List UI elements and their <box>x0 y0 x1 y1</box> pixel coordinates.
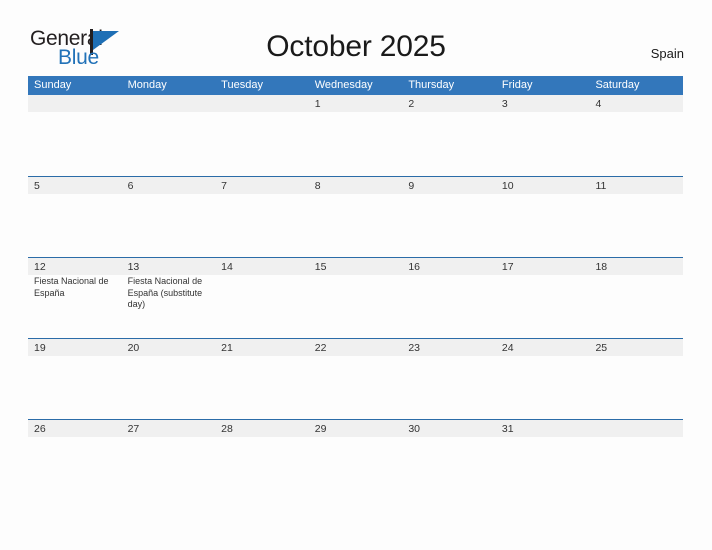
day-cell[interactable]: 9 <box>402 177 496 257</box>
weekday-tuesday: Tuesday <box>221 79 263 91</box>
day-number: 20 <box>127 342 140 354</box>
day-cell[interactable]: 23 <box>402 339 496 419</box>
week-row: 19 20 21 22 23 24 25 <box>28 338 683 419</box>
day-number: 27 <box>127 423 140 435</box>
day-cell[interactable] <box>28 95 122 176</box>
day-number: 31 <box>501 423 514 435</box>
day-number: 22 <box>314 342 327 354</box>
day-cell[interactable]: 5 <box>28 177 122 257</box>
day-cell[interactable]: 7 <box>215 177 309 257</box>
country-label: Spain <box>650 46 684 61</box>
day-cell[interactable] <box>122 95 216 176</box>
day-cell[interactable] <box>215 95 309 176</box>
day-number: 9 <box>408 180 415 192</box>
day-number: 8 <box>314 180 321 192</box>
day-number: 24 <box>501 342 514 354</box>
day-number <box>34 97 117 112</box>
day-cell[interactable]: 19 <box>28 339 122 419</box>
day-cell[interactable]: 22 <box>309 339 403 419</box>
day-number: 1 <box>314 98 321 110</box>
day-cell[interactable]: 1 <box>309 95 403 176</box>
day-cell[interactable]: 24 <box>496 339 590 419</box>
day-cell[interactable]: 3 <box>496 95 590 176</box>
day-cell[interactable]: 10 <box>496 177 590 257</box>
day-cell[interactable]: 2 <box>402 95 496 176</box>
day-number <box>221 97 304 112</box>
day-number: 17 <box>501 261 514 273</box>
page-header: General Blue October 2025 Spain <box>0 0 712 76</box>
day-number: 2 <box>408 98 415 110</box>
week-row: 12 Fiesta Nacional de España 13 Fiesta N… <box>28 257 683 338</box>
weekday-thursday: Thursday <box>408 79 455 91</box>
day-cell[interactable]: 20 <box>122 339 216 419</box>
day-number: 5 <box>34 180 40 192</box>
week-row: 1 2 3 4 <box>28 95 683 176</box>
day-cell[interactable]: 27 <box>122 420 216 500</box>
calendar-grid: Sunday Monday Tuesday Wednesday Thursday… <box>28 76 683 500</box>
day-cell[interactable]: 25 <box>589 339 683 419</box>
day-number: 25 <box>595 342 608 354</box>
weekday-sunday: Sunday <box>34 79 72 91</box>
day-cell[interactable]: 26 <box>28 420 122 500</box>
day-number: 7 <box>221 180 227 192</box>
weekday-header-row: Sunday Monday Tuesday Wednesday Thursday… <box>28 76 683 95</box>
day-number: 21 <box>221 342 233 354</box>
calendar-page: General Blue October 2025 Spain Sunday M… <box>0 0 712 550</box>
day-number: 3 <box>501 98 508 110</box>
weekday-friday: Friday <box>501 79 533 91</box>
day-number: 4 <box>595 98 602 110</box>
day-number: 23 <box>408 342 420 354</box>
week-row: 5 6 7 8 9 10 11 <box>28 176 683 257</box>
day-cell[interactable]: 28 <box>215 420 309 500</box>
day-cell[interactable]: 15 <box>309 258 403 338</box>
day-event: Fiesta Nacional de España (substitute da… <box>127 276 203 309</box>
weekday-saturday: Saturday <box>595 79 640 91</box>
day-number <box>595 422 678 437</box>
day-cell[interactable]: 18 <box>589 258 683 338</box>
day-number: 26 <box>34 423 46 435</box>
day-number: 13 <box>127 261 140 273</box>
day-number: 10 <box>501 180 514 192</box>
day-cell[interactable]: 17 <box>496 258 590 338</box>
day-cell[interactable]: 14 <box>215 258 309 338</box>
weekday-wednesday: Wednesday <box>314 79 373 91</box>
day-number <box>128 97 211 112</box>
day-number: 30 <box>408 423 420 435</box>
day-cell[interactable]: 31 <box>496 420 590 500</box>
day-cell[interactable]: 8 <box>309 177 403 257</box>
day-cell[interactable]: 13 Fiesta Nacional de España (substitute… <box>122 258 216 338</box>
day-cell[interactable]: 4 <box>589 95 683 176</box>
day-cell[interactable]: 6 <box>122 177 216 257</box>
week-row: 26 27 28 29 30 31 <box>28 419 683 500</box>
day-number: 14 <box>221 261 233 273</box>
day-number: 15 <box>314 261 327 273</box>
day-cell[interactable]: 12 Fiesta Nacional de España <box>28 258 122 338</box>
page-title: October 2025 <box>266 30 446 63</box>
day-number: 11 <box>595 180 607 192</box>
day-number: 16 <box>408 261 420 273</box>
day-cell[interactable]: 16 <box>402 258 496 338</box>
day-event: Fiesta Nacional de España <box>34 276 109 298</box>
day-cell[interactable]: 11 <box>589 177 683 257</box>
day-cell[interactable] <box>589 420 683 500</box>
day-number: 12 <box>34 261 46 273</box>
day-number: 18 <box>595 261 608 273</box>
day-cell[interactable]: 30 <box>402 420 496 500</box>
day-cell[interactable]: 21 <box>215 339 309 419</box>
weekday-monday: Monday <box>127 79 167 91</box>
day-number: 28 <box>221 423 233 435</box>
day-number: 29 <box>314 423 327 435</box>
day-cell[interactable]: 29 <box>309 420 403 500</box>
day-number: 19 <box>34 342 46 354</box>
day-number: 6 <box>127 180 134 192</box>
